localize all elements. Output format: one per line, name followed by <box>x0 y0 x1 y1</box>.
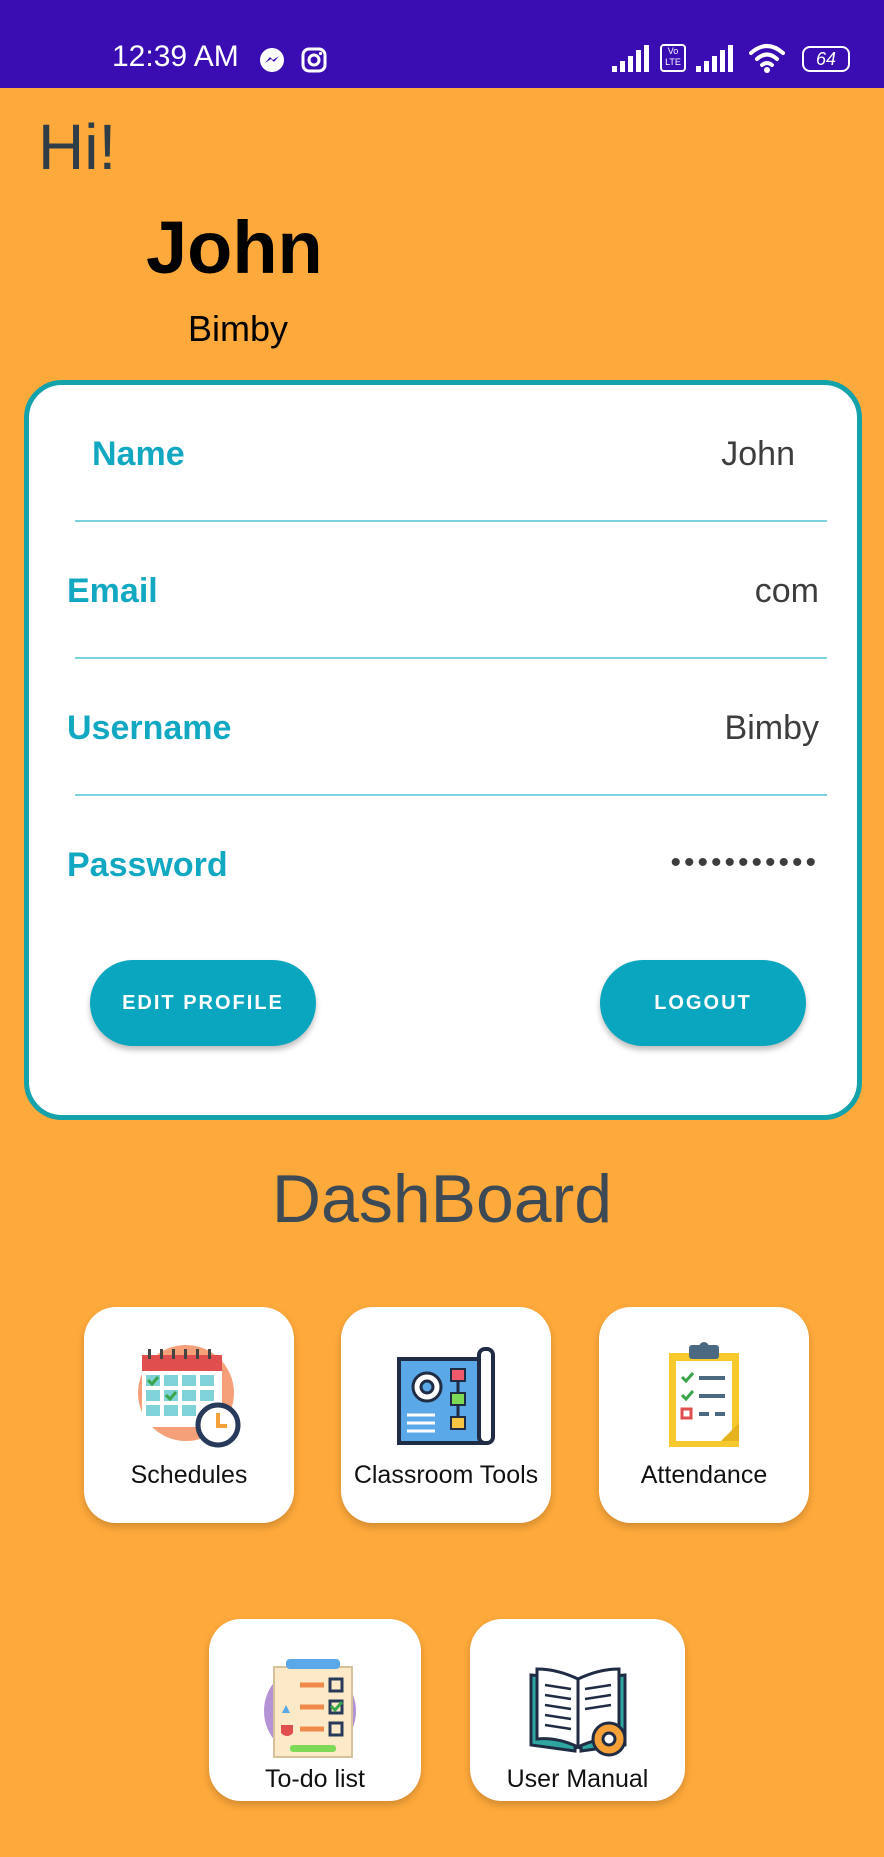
username-label: Username <box>67 709 232 747</box>
username-value: Bimby <box>724 709 819 747</box>
user-manual-label: User Manual <box>506 1765 649 1793</box>
password-label: Password <box>67 846 228 884</box>
divider <box>75 657 827 659</box>
name-value: John <box>721 435 795 473</box>
user-last-name: Bimby <box>188 308 289 349</box>
instagram-icon <box>301 47 327 73</box>
volte-icon: Vo LTE <box>660 44 686 72</box>
divider <box>75 520 827 522</box>
attendance-tile[interactable]: Attendance <box>599 1307 809 1523</box>
classroom-tools-label: Classroom Tools <box>353 1461 539 1489</box>
todo-list-tile[interactable]: To-do list <box>209 1619 421 1801</box>
name-label: Name <box>92 435 185 473</box>
status-bar: 12:39 AM Vo LTE 64 <box>0 0 884 88</box>
dashboard-title: DashBoard <box>271 1161 613 1237</box>
attendance-label: Attendance <box>640 1461 768 1489</box>
wifi-icon <box>749 44 785 73</box>
calendar-clock-icon <box>138 1345 241 1448</box>
classroom-tools-tile[interactable]: Classroom Tools <box>341 1307 551 1523</box>
password-value: ••••••••••• <box>670 846 819 879</box>
schedules-label: Schedules <box>130 1461 248 1489</box>
logout-button[interactable]: LOGOUT <box>600 960 806 1046</box>
email-value: com <box>754 572 819 610</box>
book-gear-icon <box>529 1667 626 1757</box>
greeting-text: Hi! <box>38 111 117 183</box>
profile-card: Name John Email com Username Bimby Passw… <box>24 380 862 1120</box>
email-label: Email <box>67 572 158 610</box>
battery-level: 64 <box>815 49 837 69</box>
schedules-tile[interactable]: Schedules <box>84 1307 294 1523</box>
user-manual-tile[interactable]: User Manual <box>470 1619 685 1801</box>
signal-icon <box>696 45 733 72</box>
signal-icon <box>612 45 649 72</box>
battery-icon: 64 <box>802 46 850 72</box>
todo-list-label: To-do list <box>264 1765 366 1793</box>
status-time: 12:39 AM <box>112 40 239 73</box>
clipboard-checklist-icon <box>669 1342 739 1447</box>
divider <box>75 794 827 796</box>
edit-profile-button[interactable]: EDIT PROFILE <box>90 960 316 1046</box>
messenger-icon <box>260 48 284 72</box>
checklist-icon <box>264 1659 356 1758</box>
user-first-name: John <box>146 206 323 289</box>
blueprint-gear-icon <box>397 1347 495 1445</box>
